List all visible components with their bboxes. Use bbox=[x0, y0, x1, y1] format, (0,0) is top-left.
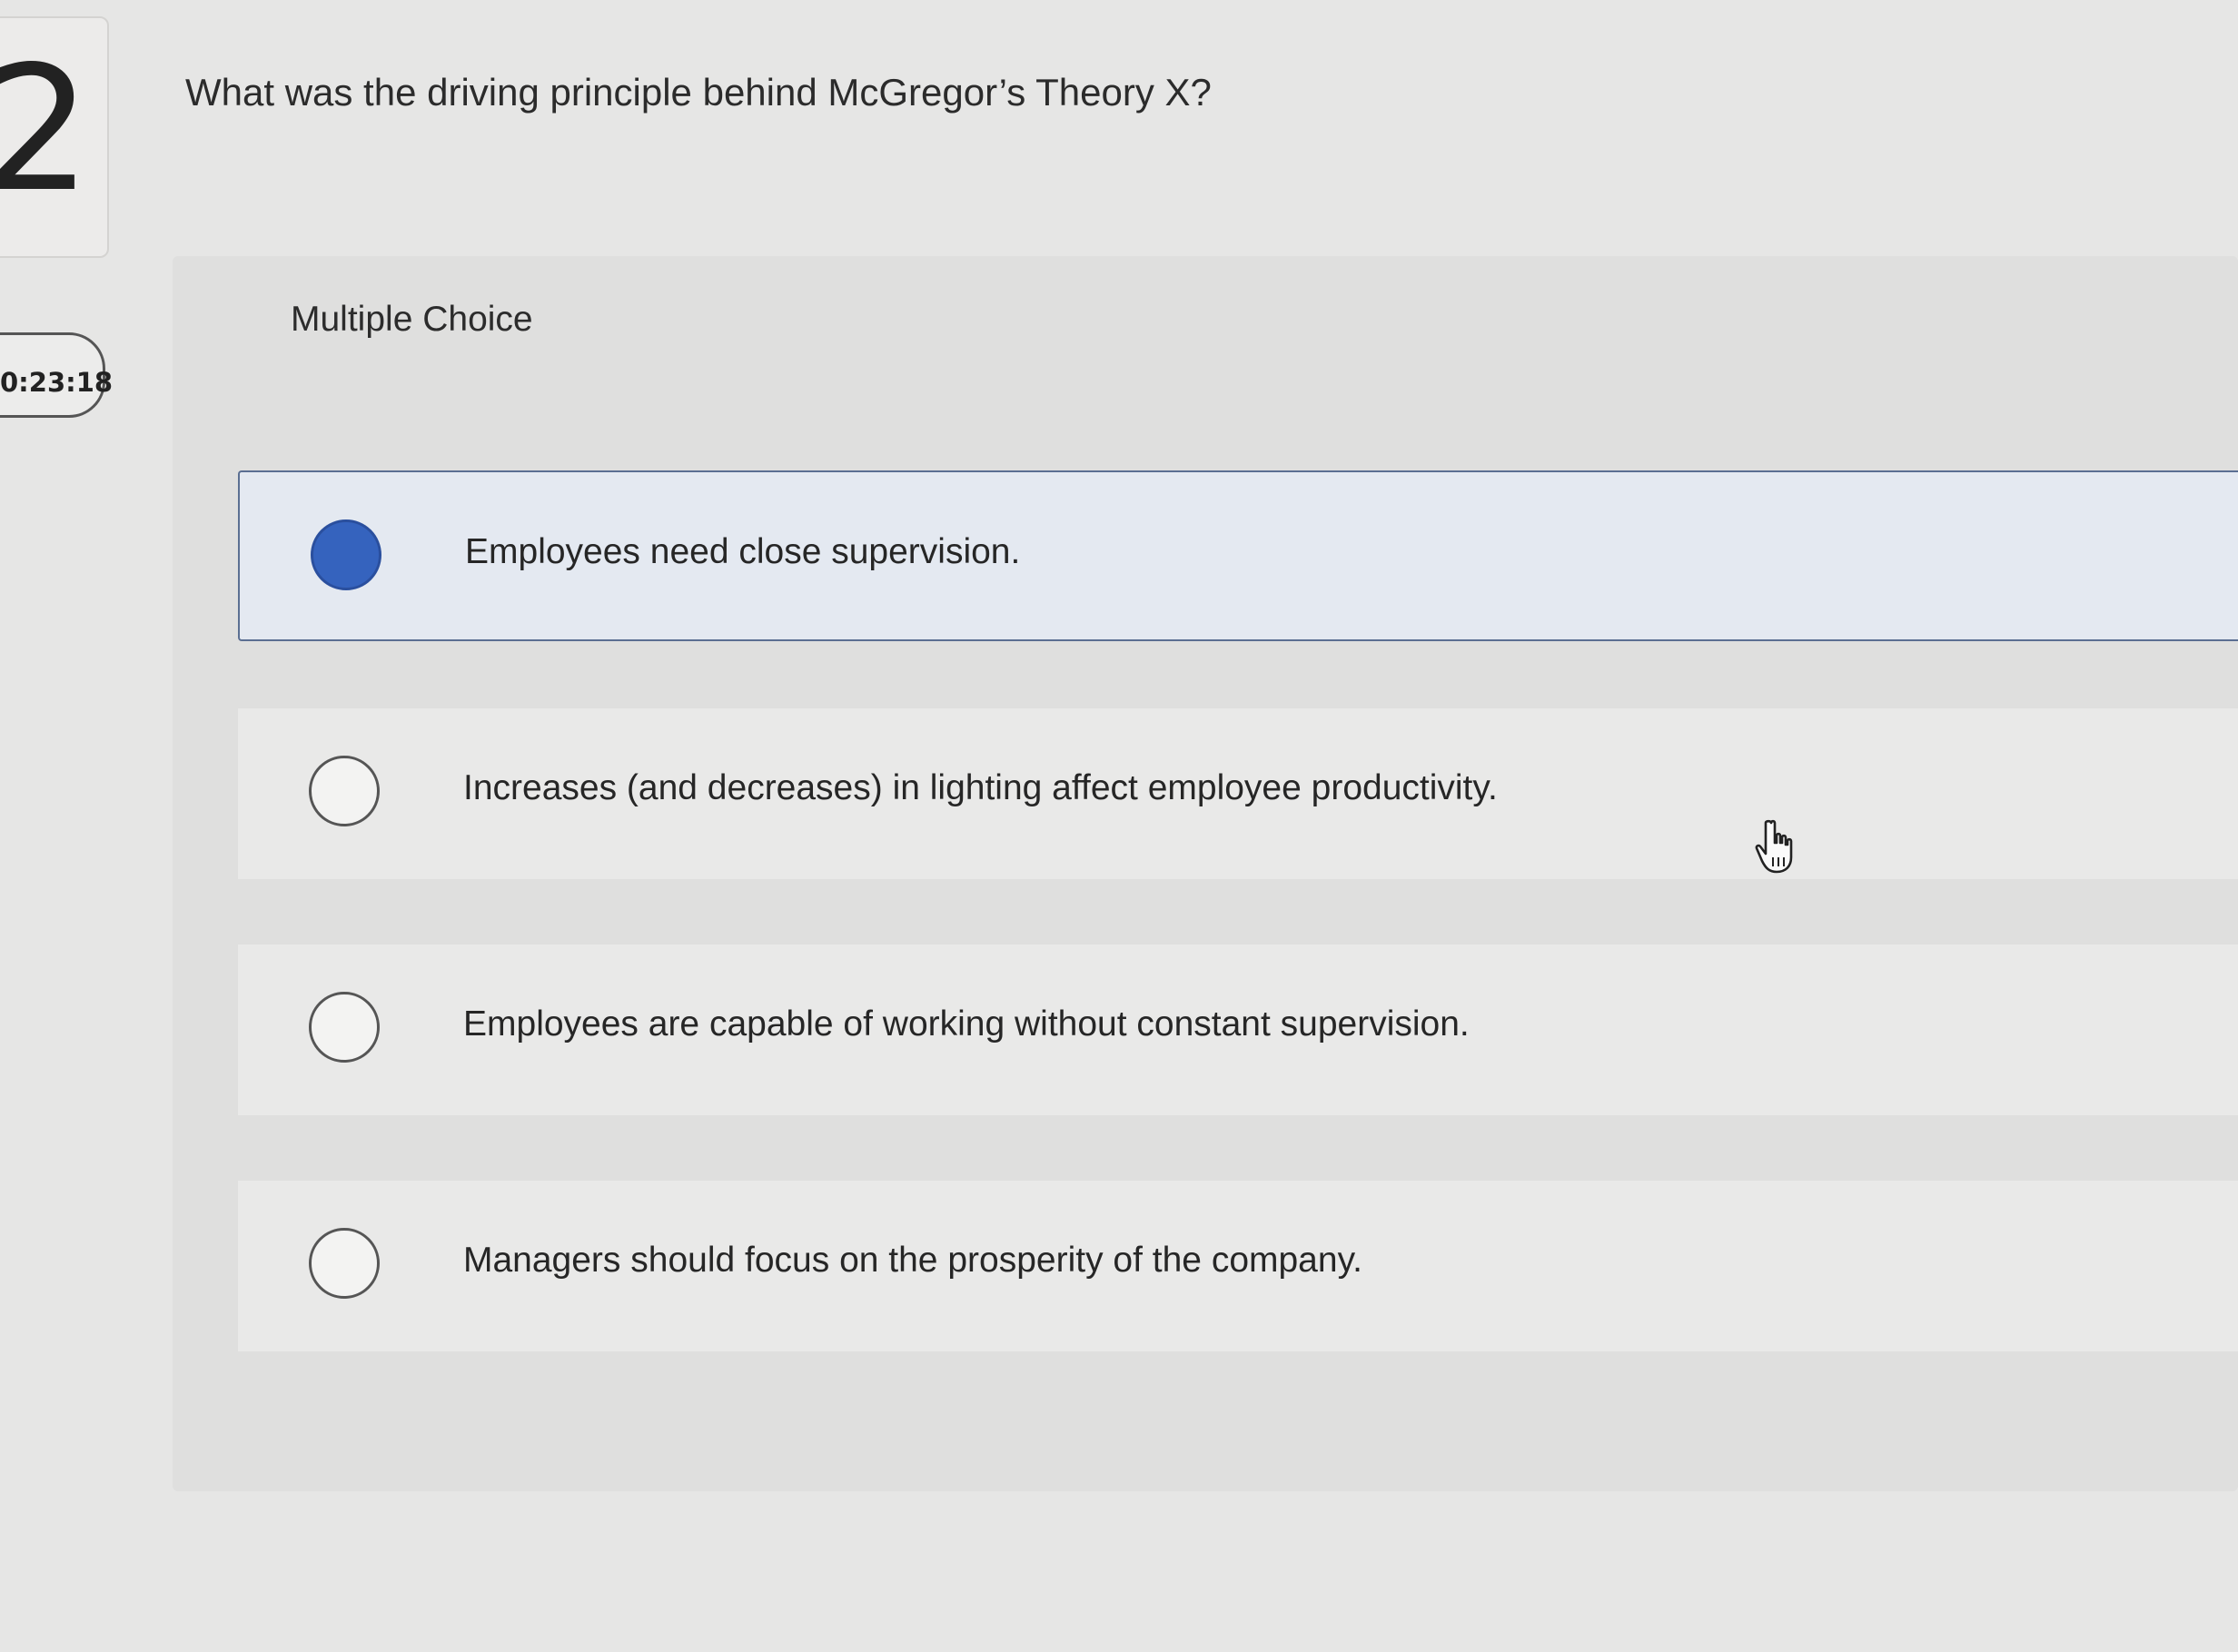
answer-option-3[interactable]: Employees are capable of working without… bbox=[238, 945, 2238, 1115]
answer-option-label: Managers should focus on the prosperity … bbox=[463, 1241, 1363, 1280]
radio-button[interactable] bbox=[309, 756, 380, 826]
question-number: 2 bbox=[0, 29, 92, 230]
answer-option-4[interactable]: Managers should focus on the prosperity … bbox=[238, 1181, 2238, 1351]
question-type-label: Multiple Choice bbox=[291, 300, 533, 339]
radio-button[interactable] bbox=[309, 1228, 380, 1299]
hand-pointer-icon bbox=[1755, 819, 1793, 874]
timer-text: 0:23:18 bbox=[0, 367, 114, 398]
answer-option-1[interactable]: Employees need close supervision. bbox=[238, 470, 2238, 641]
answer-option-label: Employees are capable of working without… bbox=[463, 1004, 1470, 1044]
radio-button[interactable] bbox=[309, 992, 380, 1063]
answer-option-2[interactable]: Increases (and decreases) in lighting af… bbox=[238, 708, 2238, 879]
answer-option-label: Employees need close supervision. bbox=[465, 532, 1021, 571]
question-prompt: What was the driving principle behind Mc… bbox=[185, 71, 1212, 114]
answer-option-label: Increases (and decreases) in lighting af… bbox=[463, 768, 1498, 807]
radio-button-selected[interactable] bbox=[311, 519, 381, 590]
